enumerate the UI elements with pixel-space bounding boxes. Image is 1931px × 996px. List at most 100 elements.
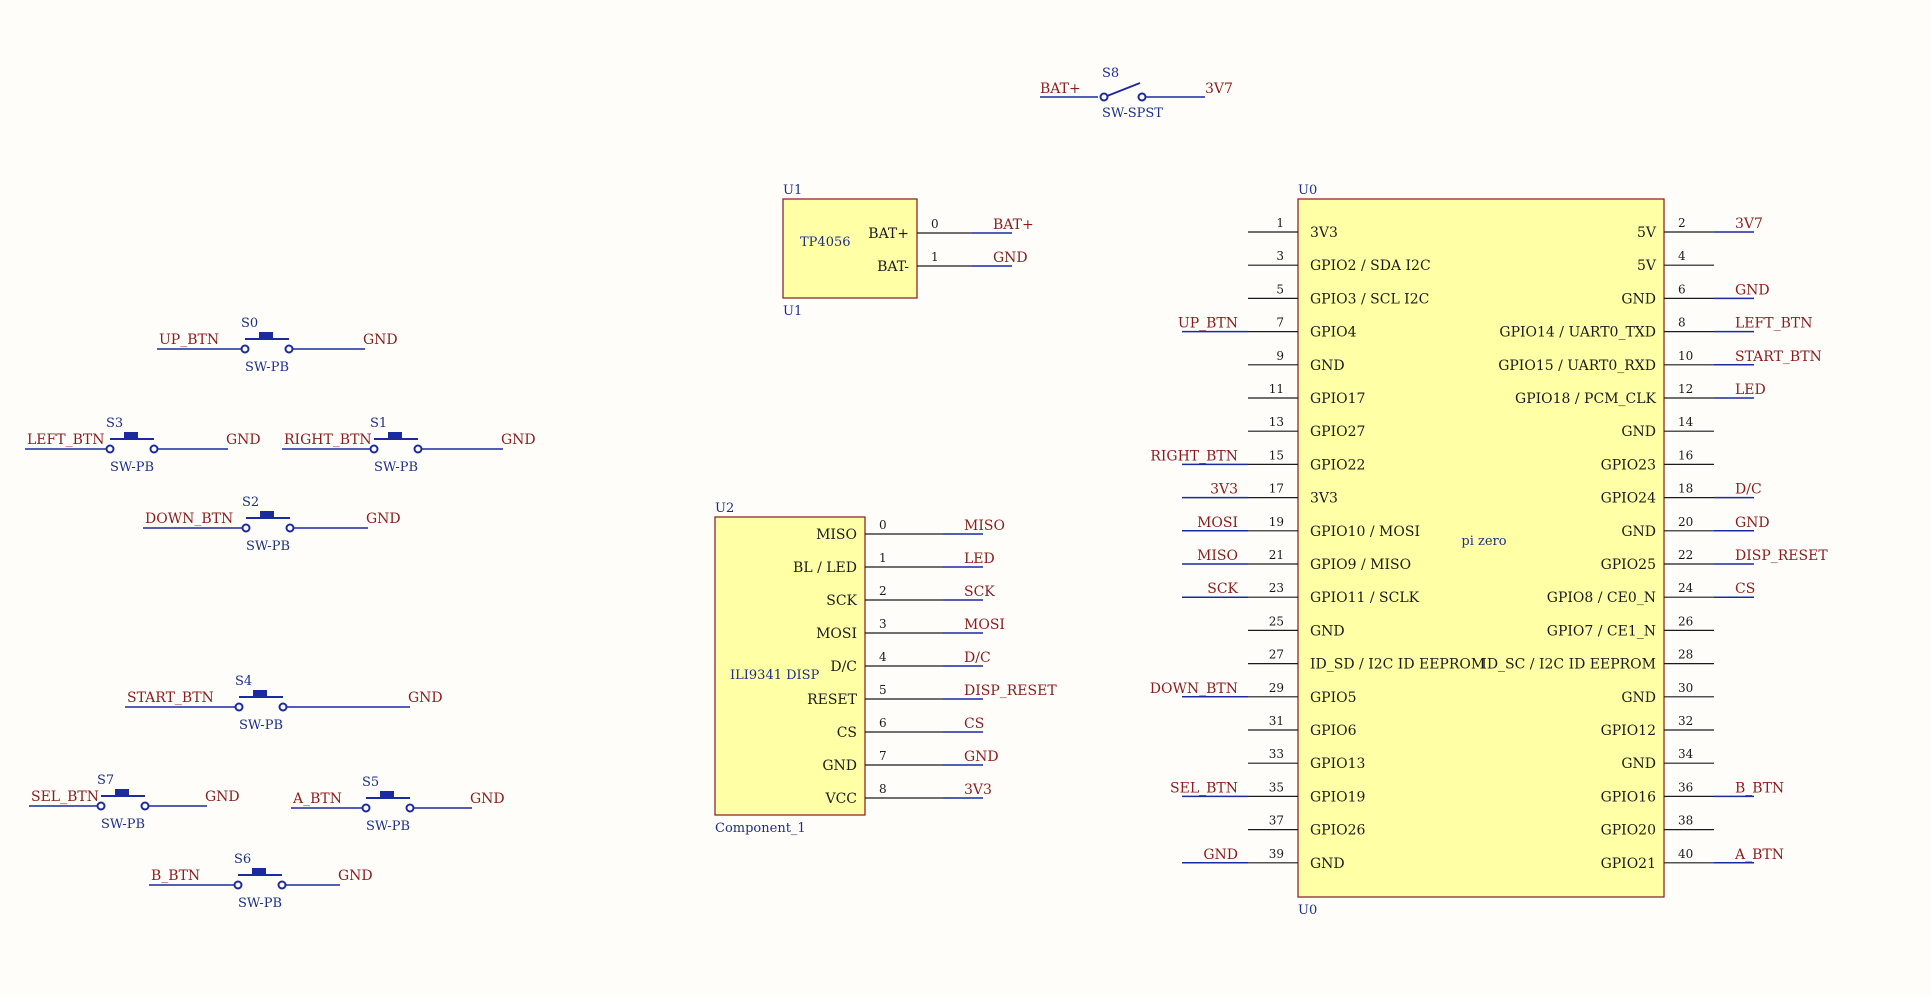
net-label: SCK	[964, 584, 995, 600]
contact-right	[413, 444, 423, 454]
pin-label: GPIO25	[1601, 557, 1656, 573]
pin-label: GND	[1621, 756, 1656, 772]
pin-number: 16	[1678, 448, 1693, 462]
switch-button	[388, 432, 402, 438]
pin-number: 28	[1678, 648, 1693, 662]
switch-s2: S2 SW-PB DOWN_BTN GND	[143, 495, 401, 554]
net-label-left: B_BTN	[151, 868, 200, 884]
pin-label: MISO	[816, 527, 857, 543]
pin-number: 34	[1678, 747, 1694, 761]
pin-number: 13	[1269, 415, 1284, 429]
chip-title: pi zero	[1461, 534, 1506, 549]
pin-label: GPIO11 / SCLK	[1310, 590, 1420, 606]
pin-label: GPIO23	[1601, 457, 1656, 473]
pin-number: 31	[1269, 714, 1284, 728]
switch-designator: S1	[370, 416, 387, 431]
pin-label: BAT-	[877, 259, 909, 275]
pin-number: 30	[1678, 681, 1693, 695]
pin-label: GPIO27	[1310, 424, 1365, 440]
pin-number: 18	[1678, 482, 1693, 496]
pin-number: 39	[1269, 847, 1284, 861]
contact-left	[241, 523, 251, 533]
pin-label: GPIO17	[1310, 391, 1365, 407]
pin-number: 4	[1678, 249, 1686, 263]
net-label: LED	[964, 551, 995, 567]
net-label: DOWN_BTN	[1150, 681, 1238, 697]
pin-label: GND	[822, 758, 857, 774]
switch-designator: S8	[1102, 66, 1119, 81]
net-label: 3V3	[1210, 482, 1238, 498]
net-label-right: GND	[408, 690, 443, 706]
switch-s0: S0 SW-PB UP_BTN GND	[157, 316, 398, 375]
switch-button	[124, 432, 138, 438]
net-label: MISO	[964, 518, 1005, 534]
chip-u2: U2 Component_1 ILI9341 DISP MISO 0 MISO BL / L…	[714, 501, 1057, 836]
contact-right	[285, 523, 295, 533]
switch-designator: S2	[242, 495, 259, 510]
contact-right	[140, 801, 150, 811]
pin-number: 26	[1678, 614, 1693, 628]
switch-s6: S6 SW-PB B_BTN GND	[149, 852, 373, 911]
pin-number: 32	[1678, 714, 1693, 728]
net-label: LEFT_BTN	[1735, 316, 1812, 332]
pin-number: 0	[879, 518, 887, 532]
net-label-right: GND	[226, 432, 261, 448]
pin-label: GPIO14 / UART0_TXD	[1499, 325, 1656, 341]
pin-number: 35	[1269, 780, 1284, 794]
switch-value: SW-PB	[246, 539, 290, 554]
net-label: CS	[964, 716, 984, 732]
net-label-left: BAT+	[1040, 81, 1081, 97]
pin-label: MOSI	[816, 626, 857, 642]
net-label: 3V3	[964, 782, 992, 798]
pin-label: GPIO3 / SCL I2C	[1310, 291, 1429, 307]
switch-lever	[1106, 82, 1141, 97]
pin-label: VCC	[824, 791, 857, 807]
pin-number: 24	[1678, 581, 1694, 595]
pin-label: GPIO4	[1310, 325, 1357, 341]
pin-label: GND	[1621, 524, 1656, 540]
contact-right	[284, 344, 294, 354]
pin-number: 3	[879, 617, 887, 631]
pin-number: 21	[1269, 548, 1284, 562]
pin-number: 8	[1678, 316, 1686, 330]
contact-left	[240, 344, 250, 354]
pin-label: GPIO21	[1601, 856, 1656, 872]
net-label: GND	[993, 250, 1028, 266]
switch-button	[253, 690, 267, 696]
pin-label: GND	[1621, 690, 1656, 706]
pin-number: 5	[879, 683, 887, 697]
net-label-left: DOWN_BTN	[145, 511, 233, 527]
pin-label: GPIO26	[1310, 823, 1366, 839]
pin-label: D/C	[830, 659, 857, 675]
pin-label: ID_SD / I2C ID EEPROM	[1310, 657, 1485, 673]
contact-right	[149, 444, 159, 454]
pin-number: 11	[1269, 382, 1284, 396]
chip-title: ILI9341 DISP	[730, 668, 820, 683]
pin-label: GND	[1310, 856, 1345, 872]
net-label: GND	[1203, 847, 1238, 863]
pin-number: 36	[1678, 780, 1693, 794]
switch-designator: S0	[241, 316, 258, 331]
switch-value: SW-PB	[366, 819, 410, 834]
chip-designator: U1	[783, 183, 802, 198]
pin-label: GPIO15 / UART0_RXD	[1498, 358, 1656, 374]
contact-right	[278, 702, 288, 712]
pin-label: RESET	[807, 692, 858, 708]
switch-button	[259, 332, 273, 338]
net-label: START_BTN	[1735, 349, 1822, 365]
pin-number: 2	[879, 584, 887, 598]
net-label-left: UP_BTN	[159, 332, 219, 348]
chip-designator-bottom: U1	[783, 304, 802, 319]
switch-designator: S3	[106, 416, 123, 431]
pin-number: 40	[1678, 847, 1693, 861]
net-label-left: START_BTN	[127, 690, 214, 706]
switch-s4: S4 SW-PB START_BTN GND	[125, 674, 443, 733]
switch-value: SW-PB	[245, 360, 289, 375]
net-label-left: LEFT_BTN	[27, 432, 104, 448]
pin-number: 38	[1678, 814, 1693, 828]
net-label: GND	[964, 749, 999, 765]
pin-number: 7	[1276, 316, 1284, 330]
pin-number: 22	[1678, 548, 1693, 562]
net-label-right: 3V7	[1205, 81, 1233, 97]
switch-designator: S5	[362, 775, 379, 790]
